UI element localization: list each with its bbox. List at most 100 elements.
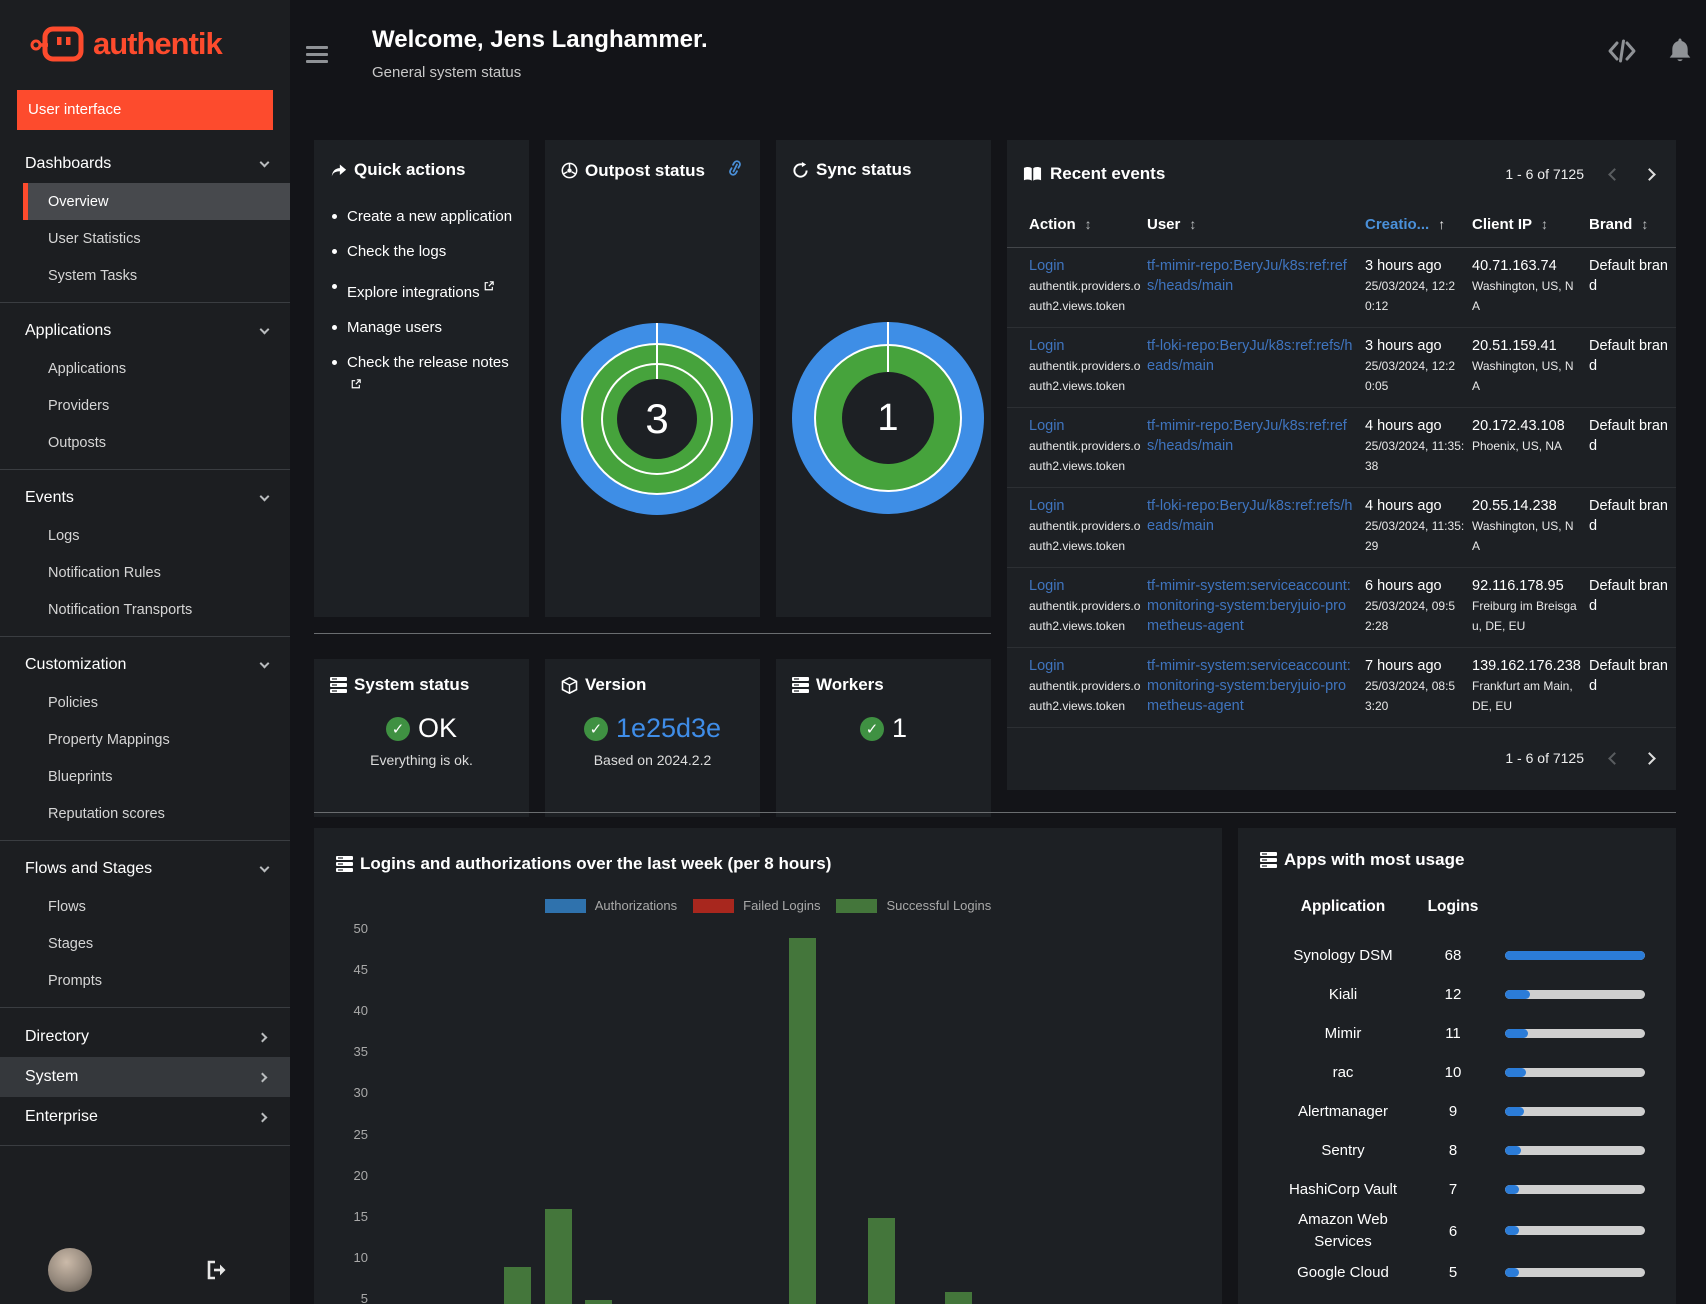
event-user-link[interactable]: tf-loki-repo:BeryJu/k8s:ref:refs/heads/m…: [1147, 338, 1353, 374]
event-user-link[interactable]: tf-loki-repo:BeryJu/k8s:ref:refs/heads/m…: [1147, 498, 1353, 534]
sidebar-item[interactable]: Logs: [0, 517, 290, 554]
sort-icon: ↕: [1541, 216, 1549, 232]
sidebar-item[interactable]: [0, 636, 290, 637]
sidebar-item[interactable]: Outposts: [0, 424, 290, 461]
chart-bar-successful-logins: [945, 1291, 972, 1304]
quick-action-link[interactable]: Create a new application: [347, 208, 512, 225]
column-header[interactable]: User ↕: [1147, 216, 1196, 233]
event-time-relative: 3 hours ago: [1365, 258, 1442, 274]
link-icon[interactable]: [726, 160, 744, 181]
sidebar-item[interactable]: Flows and Stages: [0, 850, 290, 888]
column-header[interactable]: Client IP ↕: [1472, 216, 1548, 233]
sidebar-item[interactable]: [0, 1145, 290, 1146]
sidebar-item[interactable]: Applications: [0, 350, 290, 387]
y-axis-tick: 40: [353, 1003, 368, 1019]
sidebar-item[interactable]: Directory: [0, 1017, 290, 1057]
event-action-link[interactable]: Login: [1029, 418, 1064, 434]
app-usage-row: Amazon Web Services 6: [1238, 1209, 1676, 1253]
event-row[interactable]: Login authentik.providers.oauth2.views.t…: [1007, 248, 1676, 328]
event-row[interactable]: Login authentik.providers.oauth2.views.t…: [1007, 648, 1676, 728]
chevron-icon: [259, 862, 270, 872]
chevron-icon: [257, 1032, 268, 1042]
sidebar-item[interactable]: Dashboards: [0, 145, 290, 183]
next-page-icon[interactable]: [1643, 167, 1656, 181]
outpost-status-card: Outpost status 3: [545, 140, 760, 617]
sidebar-item[interactable]: Enterprise: [0, 1097, 290, 1137]
event-client-ip: 20.55.14.238: [1472, 498, 1557, 514]
quick-action-link[interactable]: Manage users: [347, 319, 442, 336]
event-geo: Frankfurt am Main, DE, EU: [1472, 679, 1573, 713]
app-name: Synology DSM: [1293, 946, 1393, 964]
event-action-context: authentik.providers.oauth2.views.token: [1029, 359, 1141, 393]
quick-actions-title: Quick actions: [354, 160, 466, 179]
quick-action-item: Manage users: [330, 317, 513, 339]
event-action-link[interactable]: Login: [1029, 258, 1064, 274]
sidebar-item[interactable]: Property Mappings: [0, 721, 290, 758]
y-axis-tick: 30: [353, 1085, 368, 1101]
event-user-link[interactable]: tf-mimir-system:serviceaccount:monitorin…: [1147, 658, 1351, 714]
sidebar-item[interactable]: Flows: [0, 888, 290, 925]
logout-icon[interactable]: [206, 1260, 228, 1280]
app-login-count: 10: [1444, 1064, 1462, 1081]
sidebar-item[interactable]: Overview: [23, 183, 290, 220]
apps-usage-title: Apps with most usage: [1284, 850, 1465, 869]
user-interface-button[interactable]: User interface: [17, 90, 273, 130]
event-user-link[interactable]: tf-mimir-repo:BeryJu/k8s:ref:refs/heads/…: [1147, 258, 1347, 294]
prev-page-icon[interactable]: [1608, 751, 1621, 765]
event-geo: Phoenix, US, NA: [1472, 439, 1563, 453]
sidebar-item[interactable]: Applications: [0, 312, 290, 350]
y-axis-tick: 5: [360, 1290, 368, 1304]
event-row[interactable]: Login authentik.providers.oauth2.views.t…: [1007, 408, 1676, 488]
event-action-link[interactable]: Login: [1029, 658, 1064, 674]
sidebar-item[interactable]: [0, 302, 290, 303]
event-row[interactable]: Login authentik.providers.oauth2.views.t…: [1007, 568, 1676, 648]
chevron-icon: [259, 491, 270, 501]
column-header[interactable]: Brand ↕: [1589, 216, 1648, 233]
avatar[interactable]: [48, 1248, 92, 1292]
sidebar-item[interactable]: [0, 840, 290, 841]
event-row[interactable]: Login authentik.providers.oauth2.views.t…: [1007, 328, 1676, 408]
sidebar-item[interactable]: Prompts: [0, 962, 290, 999]
prev-page-icon[interactable]: [1608, 167, 1621, 181]
api-code-icon[interactable]: [1607, 38, 1637, 64]
notifications-bell-icon[interactable]: [1668, 38, 1698, 64]
sidebar-item[interactable]: System: [0, 1057, 290, 1097]
sidebar-item[interactable]: Notification Transports: [0, 591, 290, 628]
external-link-icon: [484, 276, 494, 298]
sidebar-item[interactable]: Events: [0, 479, 290, 517]
event-row[interactable]: Login authentik.providers.oauth2.views.t…: [1007, 488, 1676, 568]
sidebar-item[interactable]: Stages: [0, 925, 290, 962]
column-header[interactable]: Action ↕: [1029, 216, 1092, 233]
app-usage-row: Synology DSM 68: [1238, 936, 1676, 975]
event-action-link[interactable]: Login: [1029, 498, 1064, 514]
sidebar-item[interactable]: Blueprints: [0, 758, 290, 795]
menu-toggle-icon[interactable]: [306, 46, 328, 63]
sidebar-item[interactable]: User Statistics: [0, 220, 290, 257]
sidebar-item[interactable]: Providers: [0, 387, 290, 424]
sidebar-item[interactable]: Customization: [0, 646, 290, 684]
logins-chart-panel: Logins and authorizations over the last …: [314, 828, 1222, 1304]
version-detail: Based on 2024.2.2: [593, 752, 712, 768]
quick-action-link[interactable]: Explore integrations: [347, 284, 480, 301]
event-user-link[interactable]: tf-mimir-repo:BeryJu/k8s:ref:refs/heads/…: [1147, 418, 1347, 454]
sidebar-item[interactable]: [0, 469, 290, 470]
sidebar-item[interactable]: System Tasks: [0, 257, 290, 294]
event-time-absolute: 25/03/2024, 12:20:12: [1365, 279, 1456, 313]
sidebar-item[interactable]: Notification Rules: [0, 554, 290, 591]
column-header[interactable]: Creatio... ↑: [1365, 216, 1445, 233]
sidebar-item[interactable]: [0, 1007, 290, 1008]
sync-status-title: Sync status: [816, 160, 912, 179]
chart-bar-successful-logins: [585, 1299, 612, 1304]
version-commit-link[interactable]: 1e25d3e: [616, 713, 721, 744]
sidebar-item[interactable]: Reputation scores: [0, 795, 290, 832]
event-action-link[interactable]: Login: [1029, 578, 1064, 594]
event-user-link[interactable]: tf-mimir-system:serviceaccount:monitorin…: [1147, 578, 1351, 634]
event-action-link[interactable]: Login: [1029, 338, 1064, 354]
usage-progress-bar: [1505, 1184, 1645, 1194]
sidebar-item[interactable]: Policies: [0, 684, 290, 721]
chart-bar-successful-logins: [545, 1209, 572, 1304]
workers-count: 1: [891, 713, 908, 743]
next-page-icon[interactable]: [1643, 751, 1656, 765]
quick-action-link[interactable]: Check the release notes: [347, 354, 509, 371]
quick-action-link[interactable]: Check the logs: [347, 243, 446, 260]
